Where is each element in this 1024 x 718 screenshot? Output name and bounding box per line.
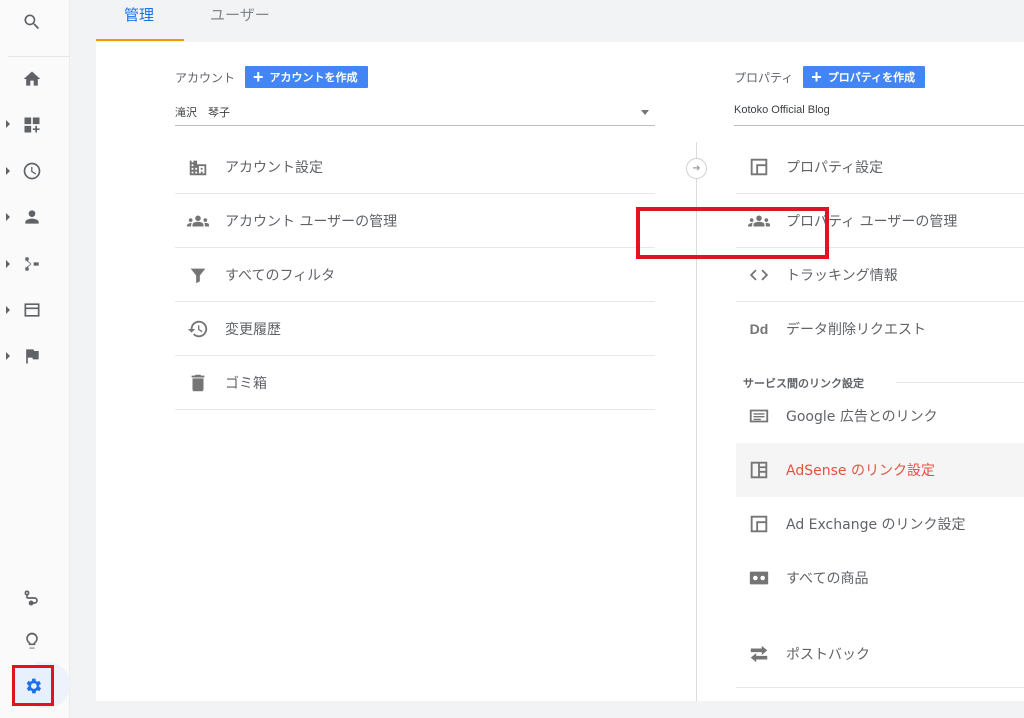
account-settings-label: アカウント設定 — [225, 159, 323, 176]
rail-divider — [8, 56, 70, 57]
property-column-header: プロパティ + プロパティを作成 — [734, 66, 926, 88]
home-icon[interactable] — [20, 67, 44, 91]
property-settings-item[interactable]: プロパティ設定 — [736, 140, 1024, 194]
code-icon — [746, 263, 772, 287]
ad-exchange-link-item[interactable]: Ad Exchange のリンク設定 — [736, 497, 1024, 551]
branch-icon[interactable] — [20, 252, 44, 276]
postback-item[interactable]: ポストバック — [736, 627, 1024, 681]
expand-caret-icon[interactable] — [6, 260, 10, 268]
expand-caret-icon[interactable] — [6, 306, 10, 314]
account-column-header: アカウント + アカウントを作成 — [175, 66, 368, 88]
adsense-link-label: AdSense のリンク設定 — [786, 463, 935, 479]
bottom-divider — [736, 687, 1024, 688]
account-selector[interactable]: 滝沢 琴子 — [175, 104, 655, 126]
admin-gear-button[interactable] — [12, 665, 54, 706]
dashboard-icon[interactable] — [20, 113, 44, 137]
adsense-link-item[interactable]: AdSense のリンク設定 — [736, 443, 1024, 497]
all-filters-item[interactable]: すべてのフィルタ — [175, 248, 655, 302]
change-history-item[interactable]: 変更履歴 — [175, 302, 655, 356]
expand-caret-icon[interactable] — [6, 120, 10, 128]
property-selector[interactable]: Kotoko Official Blog — [734, 104, 1024, 126]
arrow-right-icon: ➜ — [692, 162, 701, 174]
section-divider — [896, 382, 1024, 383]
property-selected-name: Kotoko Official Blog — [734, 104, 830, 116]
expand-caret-icon[interactable] — [6, 213, 10, 221]
create-property-button[interactable]: + プロパティを作成 — [803, 66, 926, 88]
change-history-label: 変更履歴 — [225, 321, 281, 338]
data-deletion-request-label: データ削除リクエスト — [786, 322, 926, 338]
account-selected-name: 滝沢 琴子 — [175, 107, 230, 119]
account-user-management-label: アカウント ユーザーの管理 — [225, 213, 398, 230]
tab-users[interactable]: ユーザー — [210, 4, 270, 25]
trash-label: ゴミ箱 — [225, 375, 267, 392]
google-ads-link-label: Google 広告とのリンク — [786, 409, 938, 425]
tab-admin[interactable]: 管理 — [124, 4, 154, 25]
property-settings-label: プロパティ設定 — [786, 159, 884, 176]
google-ads-link-item[interactable]: Google 広告とのリンク — [736, 389, 1024, 443]
property-header-label: プロパティ — [734, 70, 794, 85]
search-icon[interactable] — [20, 10, 44, 34]
filter-icon — [185, 263, 211, 287]
route-icon[interactable] — [20, 586, 44, 610]
display-icon[interactable] — [20, 298, 44, 322]
active-tab-indicator — [96, 39, 184, 41]
postback-label: ポストバック — [786, 647, 870, 663]
trash-icon — [185, 371, 211, 395]
dd-icon: Dd — [749, 321, 769, 337]
gear-icon — [26, 678, 42, 693]
clock-icon[interactable] — [20, 159, 44, 183]
left-navigation-rail — [0, 0, 70, 718]
all-products-item[interactable]: すべての商品 — [736, 551, 1024, 605]
person-icon[interactable] — [20, 205, 44, 229]
account-user-management-item[interactable]: アカウント ユーザーの管理 — [175, 194, 655, 248]
annotation-highlight-box — [636, 207, 829, 259]
trash-item[interactable]: ゴミ箱 — [175, 356, 655, 410]
history-icon — [185, 317, 211, 341]
admin-panel: アカウント + アカウントを作成 滝沢 琴子 アカウント設定 アカウント ユーザ… — [96, 42, 1024, 701]
ad-exchange-link-label: Ad Exchange のリンク設定 — [786, 517, 966, 533]
dropdown-arrow-icon — [641, 110, 649, 115]
account-header-label: アカウント — [175, 70, 236, 85]
window-icon — [746, 512, 772, 536]
people-icon — [185, 209, 211, 233]
all-products-label: すべての商品 — [786, 571, 869, 587]
ads-icon — [746, 404, 772, 428]
postback-icon — [746, 642, 772, 666]
account-settings-item[interactable]: アカウント設定 — [175, 140, 655, 194]
all-filters-label: すべてのフィルタ — [225, 267, 336, 284]
create-property-label: プロパティを作成 — [827, 72, 916, 84]
create-account-button[interactable]: + アカウントを作成 — [245, 66, 368, 88]
lightbulb-icon[interactable] — [20, 629, 44, 653]
plus-icon: + — [811, 67, 822, 87]
column-arrow-button[interactable]: ➜ — [686, 158, 707, 179]
admin-tab-bar: 管理 ユーザー — [96, 0, 1024, 42]
plus-icon: + — [253, 67, 264, 87]
flag-icon[interactable] — [20, 344, 44, 368]
expand-caret-icon[interactable] — [6, 352, 10, 360]
products-icon — [746, 566, 772, 590]
adsense-icon — [746, 458, 772, 482]
building-icon — [185, 155, 211, 179]
tracking-info-label: トラッキング情報 — [786, 267, 898, 284]
window-icon — [746, 155, 772, 179]
expand-caret-icon[interactable] — [6, 167, 10, 175]
create-account-label: アカウントを作成 — [269, 72, 358, 84]
data-deletion-request-item[interactable]: Dd データ削除リクエスト — [736, 302, 1024, 356]
